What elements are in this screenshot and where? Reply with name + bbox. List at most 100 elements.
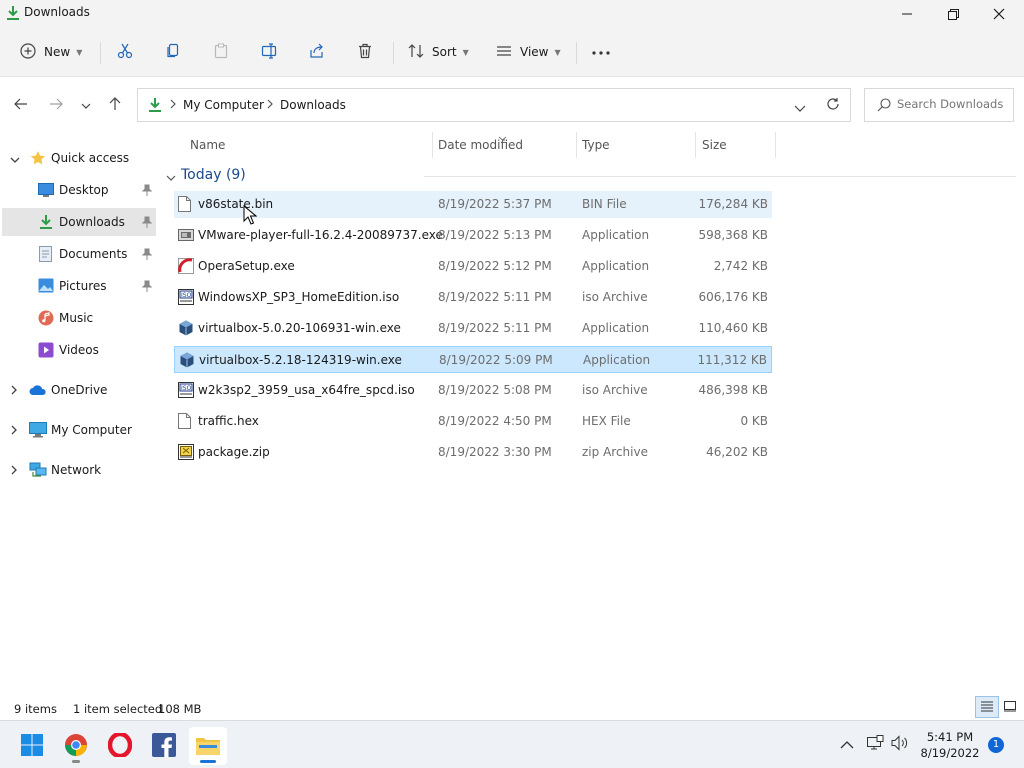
sidebar-item-documents[interactable]: Documents [2, 240, 156, 268]
refresh-icon[interactable] [826, 97, 840, 114]
music-icon [38, 310, 54, 329]
file-row[interactable]: ISO WindowsXP_SP3_HomeEdition.iso 8/19/2… [174, 284, 772, 311]
minimize-button[interactable] [884, 0, 930, 28]
file-type: zip Archive [582, 445, 648, 459]
file-size: 176,284 KB [698, 197, 768, 211]
column-divider[interactable] [432, 132, 433, 158]
file-row[interactable]: package.zip 8/19/2022 3:30 PM zip Archiv… [174, 439, 772, 466]
status-bar: 9 items 1 item selected 108 MB [0, 696, 1024, 720]
more-options-button[interactable] [592, 38, 610, 66]
column-divider[interactable] [775, 132, 776, 158]
sidebar-item-downloads[interactable]: Downloads [2, 208, 156, 236]
file-explorer-taskbar-button[interactable] [189, 727, 227, 765]
file-row[interactable]: VMware-player-full-16.2.4-20089737.exe 8… [174, 222, 772, 249]
view-label: View [520, 45, 549, 59]
download-icon [148, 97, 162, 116]
sidebar-item-music[interactable]: Music [2, 304, 156, 332]
search-input[interactable] [897, 97, 1009, 111]
volume-icon[interactable] [890, 735, 910, 754]
file-name: traffic.hex [198, 414, 259, 428]
selection-size: 108 MB [158, 702, 202, 716]
pin-icon[interactable] [141, 280, 153, 295]
file-row[interactable]: virtualbox-5.2.18-124319-win.exe 8/19/20… [174, 346, 772, 373]
copy-button[interactable] [165, 38, 181, 66]
breadcrumb-downloads[interactable]: Downloads [280, 98, 346, 112]
group-header-today[interactable]: Today (9) [166, 166, 1016, 186]
cut-button[interactable] [117, 38, 133, 66]
sort-button[interactable]: Sort ▼ [408, 38, 469, 66]
column-header-date[interactable]: Date modified [438, 132, 523, 158]
paste-button[interactable] [213, 38, 229, 66]
column-header-type[interactable]: Type [582, 132, 610, 158]
address-row: My Computer Downloads [0, 76, 1024, 132]
chevron-down-icon[interactable] [166, 171, 176, 185]
copy-icon [165, 43, 181, 62]
column-divider[interactable] [576, 132, 577, 158]
address-bar[interactable]: My Computer Downloads [137, 88, 851, 122]
sidebar-item-desktop[interactable]: Desktop [2, 176, 156, 204]
address-dropdown-button[interactable] [794, 101, 806, 115]
recent-locations-button[interactable] [76, 95, 96, 115]
vmware-icon [178, 227, 194, 246]
back-button[interactable] [11, 95, 31, 115]
file-size: 0 KB [740, 414, 768, 428]
start-button[interactable] [13, 727, 51, 765]
title-bar: Downloads [0, 0, 1024, 28]
rename-icon [261, 42, 279, 62]
chrome-taskbar-button[interactable] [57, 727, 95, 765]
file-row[interactable]: virtualbox-5.0.20-106931-win.exe 8/19/20… [174, 315, 772, 342]
forward-button[interactable] [46, 95, 66, 115]
column-header-name[interactable]: Name [190, 132, 225, 158]
close-button[interactable] [976, 0, 1022, 28]
file-row[interactable]: ISO w2k3sp2_3959_usa_x64fre_spcd.iso 8/1… [174, 377, 772, 404]
sidebar-item-quick-access[interactable]: Quick access [2, 144, 156, 172]
navigation-pane: Quick access Desktop Downloads Documents [0, 132, 158, 696]
sidebar-item-label: My Computer [51, 423, 132, 437]
share-button[interactable] [309, 38, 325, 66]
iso-archive-icon: ISO [178, 382, 194, 401]
search-box[interactable] [864, 88, 1014, 122]
file-row[interactable]: v86state.bin 8/19/2022 5:37 PM BIN File … [174, 191, 772, 218]
arrow-up-icon [109, 96, 121, 114]
chevron-right-icon[interactable] [11, 384, 18, 398]
clipboard-icon [213, 43, 229, 62]
file-name: w2k3sp2_3959_usa_x64fre_spcd.iso [198, 383, 415, 397]
share-icon [309, 43, 325, 62]
maximize-button[interactable] [930, 0, 976, 28]
window-title: Downloads [24, 5, 90, 19]
view-button[interactable]: View ▼ [496, 38, 561, 66]
sidebar-item-videos[interactable]: Videos [2, 336, 156, 364]
rename-button[interactable] [261, 38, 279, 66]
pin-icon[interactable] [141, 216, 153, 231]
opera-taskbar-button[interactable] [101, 727, 139, 765]
delete-button[interactable] [357, 38, 373, 66]
sidebar-item-pictures[interactable]: Pictures [2, 272, 156, 300]
new-button[interactable]: New ▼ [20, 38, 82, 66]
sidebar-item-label: OneDrive [51, 383, 108, 397]
breadcrumb-my-computer[interactable]: My Computer [183, 98, 264, 112]
column-header-size[interactable]: Size [702, 132, 727, 158]
group-divider [424, 176, 1016, 177]
up-button[interactable] [105, 95, 125, 115]
sidebar-item-onedrive[interactable]: OneDrive [2, 376, 156, 404]
opera-setup-icon [178, 258, 194, 277]
chevron-right-icon[interactable] [11, 424, 18, 438]
network-status-icon[interactable] [866, 735, 884, 754]
sidebar-item-my-computer[interactable]: My Computer [2, 416, 156, 444]
pin-icon[interactable] [141, 248, 153, 263]
pin-icon[interactable] [141, 184, 153, 199]
clock[interactable]: 5:41 PM 8/19/2022 [916, 729, 984, 761]
facebook-taskbar-button[interactable] [145, 727, 183, 765]
details-view-button[interactable] [975, 696, 999, 718]
chevron-right-icon[interactable] [11, 464, 18, 478]
notification-badge[interactable]: 1 [988, 737, 1004, 753]
tiles-view-button[interactable] [998, 696, 1022, 718]
file-row[interactable]: OperaSetup.exe 8/19/2022 5:12 PM Applica… [174, 253, 772, 280]
file-row[interactable]: traffic.hex 8/19/2022 4:50 PM HEX File 0… [174, 408, 772, 435]
sidebar-item-network[interactable]: Network [2, 456, 156, 484]
file-size: 598,368 KB [698, 228, 768, 242]
column-divider[interactable] [695, 132, 696, 158]
chevron-down-icon[interactable] [10, 153, 20, 167]
cloud-icon [29, 384, 47, 399]
show-hidden-icons-button[interactable] [840, 738, 854, 752]
